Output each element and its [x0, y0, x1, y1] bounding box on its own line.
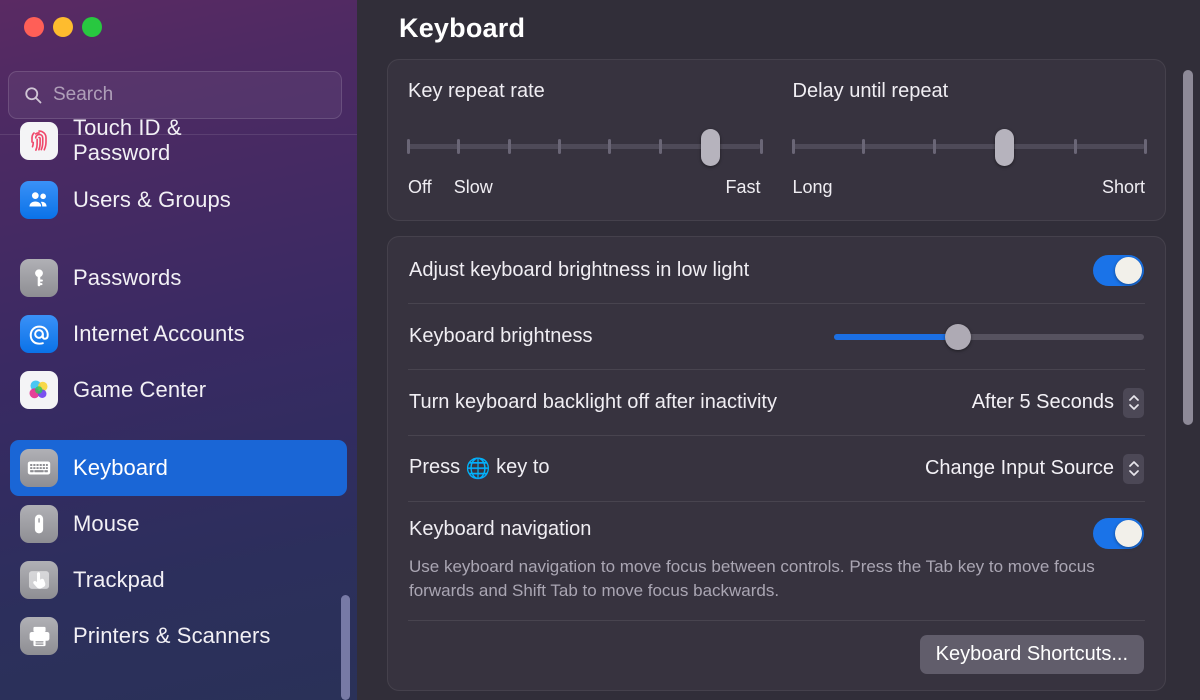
- key-repeat-rate-group: Key repeat rate: [408, 80, 779, 198]
- zoom-button[interactable]: [82, 17, 102, 37]
- backlight-off-stepper[interactable]: [1123, 388, 1144, 418]
- sidebar-item-keyboard[interactable]: Keyboard: [10, 440, 347, 496]
- delay-until-repeat-thumb[interactable]: [995, 129, 1014, 166]
- globe-key-label-after: key to: [491, 456, 550, 478]
- delay-until-repeat-slider[interactable]: [793, 129, 1146, 163]
- printers-scanners-icon: [20, 617, 58, 655]
- sidebar-item-passwords[interactable]: Passwords: [10, 250, 347, 306]
- close-button[interactable]: [24, 17, 44, 37]
- keyboard-brightness-row: Keyboard brightness: [408, 303, 1145, 369]
- globe-key-label-before: Press: [409, 456, 466, 478]
- backlight-off-value: After 5 Seconds: [972, 391, 1114, 414]
- chevron-down-icon: [1129, 470, 1139, 476]
- delay-until-repeat-label: Delay until repeat: [793, 80, 1146, 103]
- minimize-button[interactable]: [53, 17, 73, 37]
- slider-track: [793, 144, 1146, 149]
- sidebar-item-label: Printers & Scanners: [73, 624, 271, 649]
- keyboard-navigation-description: Use keyboard navigation to move focus be…: [409, 555, 1109, 603]
- globe-key-popup[interactable]: Change Input Source: [925, 454, 1144, 484]
- adjust-brightness-row: Adjust keyboard brightness in low light: [408, 237, 1145, 303]
- keyboard-settings-card: Adjust keyboard brightness in low light …: [387, 236, 1166, 691]
- adjust-brightness-label: Adjust keyboard brightness in low light: [409, 259, 1093, 282]
- mouse-icon: [20, 505, 58, 543]
- sidebar-item-touch-id-password[interactable]: Touch ID & Password: [10, 110, 347, 172]
- keyboard-brightness-label: Keyboard brightness: [409, 325, 834, 348]
- sidebar-item-label: Mouse: [73, 512, 140, 537]
- key-repeat-off-label: Off: [408, 177, 432, 198]
- sidebar-item-label: Passwords: [73, 266, 182, 291]
- key-repeat-rate-label: Key repeat rate: [408, 80, 761, 103]
- sidebar-item-trackpad[interactable]: Trackpad: [10, 552, 347, 608]
- internet-accounts-icon: [20, 315, 58, 353]
- trackpad-icon: [20, 561, 58, 599]
- sidebar-scrollbar[interactable]: [341, 595, 350, 700]
- key-repeat-rate-slider[interactable]: [408, 129, 761, 163]
- sidebar-item-label: Keyboard: [73, 456, 168, 481]
- keyboard-navigation-row: Keyboard navigation Use keyboard navigat…: [408, 501, 1145, 620]
- chevron-up-icon: [1129, 461, 1139, 467]
- passwords-icon: [20, 259, 58, 297]
- sidebar-group-spacer: [10, 418, 347, 440]
- delay-until-repeat-group: Delay until repeat Long Short: [779, 80, 1146, 198]
- keyboard-brightness-slider[interactable]: [834, 322, 1144, 352]
- keyboard-brightness-thumb[interactable]: [945, 324, 971, 350]
- page-title: Keyboard: [387, 0, 1166, 44]
- globe-key-stepper[interactable]: [1123, 454, 1144, 484]
- main-scrollbar[interactable]: [1183, 70, 1193, 425]
- slider-group: Key repeat rate: [408, 60, 1145, 220]
- sidebar-item-label: Internet Accounts: [73, 322, 245, 347]
- chevron-down-icon: [1129, 404, 1139, 410]
- game-center-icon: [20, 371, 58, 409]
- sidebar-item-internet-accounts[interactable]: Internet Accounts: [10, 306, 347, 362]
- keyboard-navigation-toggle[interactable]: [1093, 518, 1144, 549]
- sidebar: Touch ID & Password Users & Groups: [0, 0, 357, 700]
- backlight-off-row: Turn keyboard backlight off after inacti…: [408, 369, 1145, 435]
- keyboard-navigation-header: Keyboard navigation: [409, 518, 1144, 549]
- globe-key-label: Press 🌐 key to: [409, 456, 925, 481]
- keyboard-navigation-label: Keyboard navigation: [409, 518, 1093, 541]
- sidebar-item-mouse[interactable]: Mouse: [10, 496, 347, 552]
- traffic-lights: [24, 17, 102, 37]
- key-repeat-rate-thumb[interactable]: [701, 129, 720, 166]
- users-groups-icon: [20, 181, 58, 219]
- key-repeat-slow-label: Slow: [454, 177, 493, 198]
- key-repeat-fast-label: Fast: [725, 177, 760, 198]
- globe-icon: 🌐: [466, 458, 491, 480]
- search-icon: [23, 85, 43, 105]
- globe-key-value: Change Input Source: [925, 457, 1114, 480]
- slider-fill: [834, 334, 958, 340]
- sidebar-nav: Touch ID & Password Users & Groups: [0, 126, 357, 664]
- sidebar-group-spacer: [10, 228, 347, 250]
- shortcuts-button-row: Keyboard Shortcuts...: [408, 620, 1145, 690]
- sidebar-item-users-groups[interactable]: Users & Groups: [10, 172, 347, 228]
- toggle-knob: [1115, 257, 1142, 284]
- sidebar-item-printers-scanners[interactable]: Printers & Scanners: [10, 608, 347, 664]
- delay-long-label: Long: [793, 177, 833, 198]
- sidebar-item-game-center[interactable]: Game Center: [10, 362, 347, 418]
- sidebar-item-label: Users & Groups: [73, 188, 231, 213]
- touch-id-icon: [20, 122, 58, 160]
- toggle-knob: [1115, 520, 1142, 547]
- system-settings-window: Touch ID & Password Users & Groups: [0, 0, 1200, 700]
- delay-short-label: Short: [1102, 177, 1145, 198]
- search-input[interactable]: [53, 84, 327, 106]
- sidebar-item-label: Trackpad: [73, 568, 165, 593]
- globe-key-row: Press 🌐 key to Change Input Source: [408, 435, 1145, 501]
- repeat-settings-card: Key repeat rate: [387, 59, 1166, 221]
- key-repeat-rate-scale: Off Slow Fast: [408, 177, 761, 198]
- backlight-off-popup[interactable]: After 5 Seconds: [972, 388, 1144, 418]
- keyboard-shortcuts-button[interactable]: Keyboard Shortcuts...: [920, 635, 1144, 674]
- keyboard-icon: [20, 449, 58, 487]
- main-content: Keyboard Key repeat rate: [357, 0, 1200, 700]
- backlight-off-label: Turn keyboard backlight off after inacti…: [409, 391, 972, 414]
- sidebar-item-label: Touch ID & Password: [73, 116, 182, 165]
- adjust-keyboard-brightness-toggle[interactable]: [1093, 255, 1144, 286]
- delay-until-repeat-scale: Long Short: [793, 177, 1146, 198]
- sidebar-item-label: Game Center: [73, 378, 206, 403]
- chevron-up-icon: [1129, 395, 1139, 401]
